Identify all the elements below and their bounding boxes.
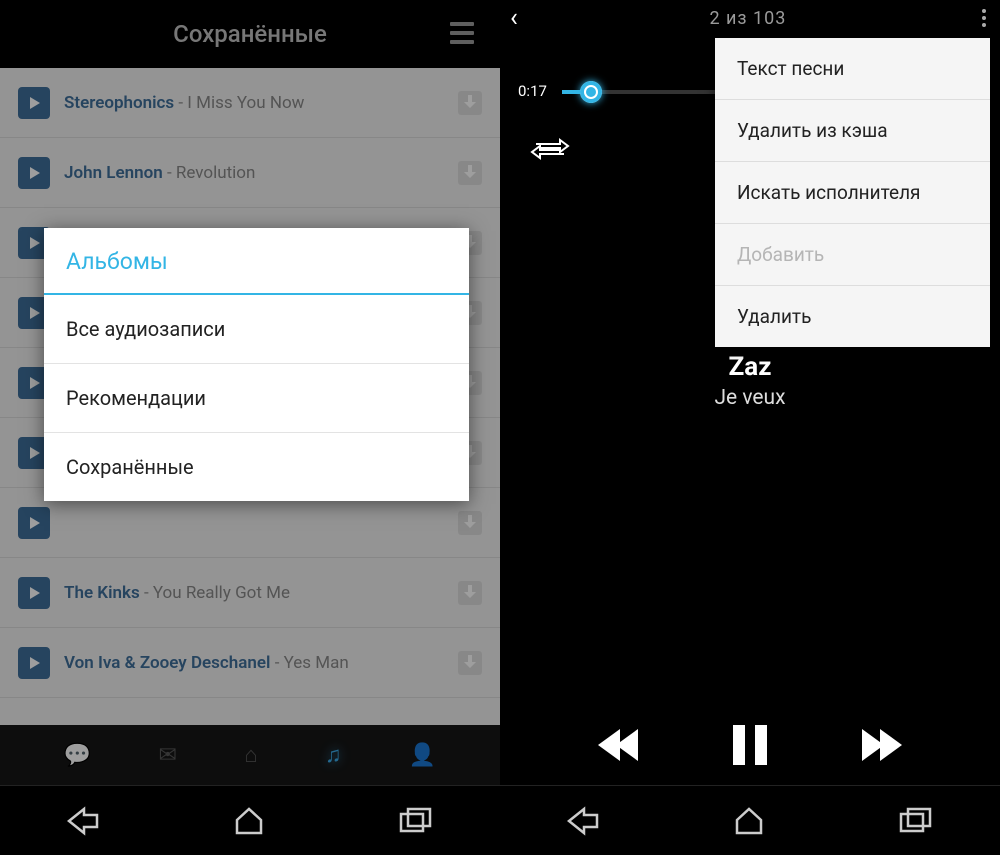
now-playing-title: Je veux [500,386,1000,410]
track-text: Stereophonics - I Miss You Now [64,93,444,113]
nav-recent-icon[interactable] [898,807,934,835]
home-tab-icon[interactable]: ⌂ [244,742,257,768]
track-row[interactable]: The Kinks - You Really Got Me [0,558,500,628]
player-top-bar: ‹ 2 из 103 [500,0,1000,36]
popup-title: Альбомы [44,228,469,295]
music-tab-icon[interactable]: ♫ [325,742,342,768]
track-title: Yes Man [284,653,349,673]
elapsed-time: 0:17 [518,82,547,100]
music-list-screen: Сохранённые Stereophonics - I Miss You N… [0,0,500,855]
nav-recent-icon[interactable] [398,807,434,835]
download-icon[interactable] [458,91,482,115]
play-icon[interactable] [18,577,50,609]
progress-thumb[interactable] [580,81,602,103]
artist-name: Von Iva & Zooey Deschanel [64,653,270,673]
track-text: Von Iva & Zooey Deschanel - Yes Man [64,653,444,673]
now-playing-info: Zaz Je veux [500,352,1000,410]
next-button[interactable] [862,729,902,761]
nav-home-icon[interactable] [233,806,265,836]
now-playing-artist: Zaz [500,352,1000,382]
download-icon[interactable] [458,651,482,675]
player-screen: ‹ 2 из 103 0:17 Zaz Je veux [500,0,1000,855]
albums-popup: Альбомы Все аудиозаписи Рекомендации Сох… [44,228,469,501]
system-nav-bar [500,785,1000,855]
menu-item-remove-cache[interactable]: Удалить из кэша [715,100,990,162]
track-row[interactable]: Von Iva & Zooey Deschanel - Yes Man [0,628,500,698]
overflow-menu-icon[interactable] [978,5,990,31]
playback-controls [500,725,1000,765]
repeat-icon[interactable] [530,136,570,162]
nav-back-icon[interactable] [66,806,100,836]
track-text: John Lennon - Revolution [64,163,444,183]
menu-item-search-artist[interactable]: Искать исполнителя [715,162,990,224]
download-icon[interactable] [458,161,482,185]
chat-tab-icon[interactable]: 💬 [64,743,91,768]
player-context-menu: Текст песни Удалить из кэша Искать испол… [715,38,990,347]
nav-home-icon[interactable] [733,806,765,836]
hamburger-icon[interactable] [450,22,474,44]
popup-item-recommend[interactable]: Рекомендации [44,364,469,433]
popup-item-saved[interactable]: Сохранённые [44,433,469,501]
play-icon[interactable] [18,647,50,679]
play-icon[interactable] [18,157,50,189]
profile-tab-icon[interactable]: 👤 [409,743,436,768]
artist-name: Stereophonics [64,93,174,113]
system-nav-bar [0,785,500,855]
track-row[interactable]: Stereophonics - I Miss You Now [0,68,500,138]
action-bar: Сохранённые [0,0,500,68]
download-icon[interactable] [458,581,482,605]
download-icon[interactable] [458,511,482,535]
menu-item-lyrics[interactable]: Текст песни [715,38,990,100]
mail-tab-icon[interactable]: ✉ [158,743,176,768]
page-title: Сохранённые [20,20,480,48]
track-title: Revolution [176,163,255,183]
back-caret-icon[interactable]: ‹ [510,3,518,33]
play-icon[interactable] [18,87,50,119]
track-title: I Miss You Now [187,93,304,113]
artist-name: John Lennon [64,163,163,183]
popup-item-all[interactable]: Все аудиозаписи [44,295,469,364]
previous-button[interactable] [598,729,638,761]
track-text: The Kinks - You Really Got Me [64,583,444,603]
play-icon[interactable] [18,507,50,539]
menu-item-add: Добавить [715,224,990,286]
track-row[interactable]: John Lennon - Revolution [0,138,500,208]
artist-name: The Kinks [64,583,140,603]
menu-item-delete[interactable]: Удалить [715,286,990,347]
bottom-tab-bar: 💬 ✉ ⌂ ♫ 👤 [0,725,500,785]
pause-button[interactable] [733,725,767,765]
track-title: You Really Got Me [153,583,290,603]
nav-back-icon[interactable] [566,806,600,836]
track-counter: 2 из 103 [709,8,786,29]
